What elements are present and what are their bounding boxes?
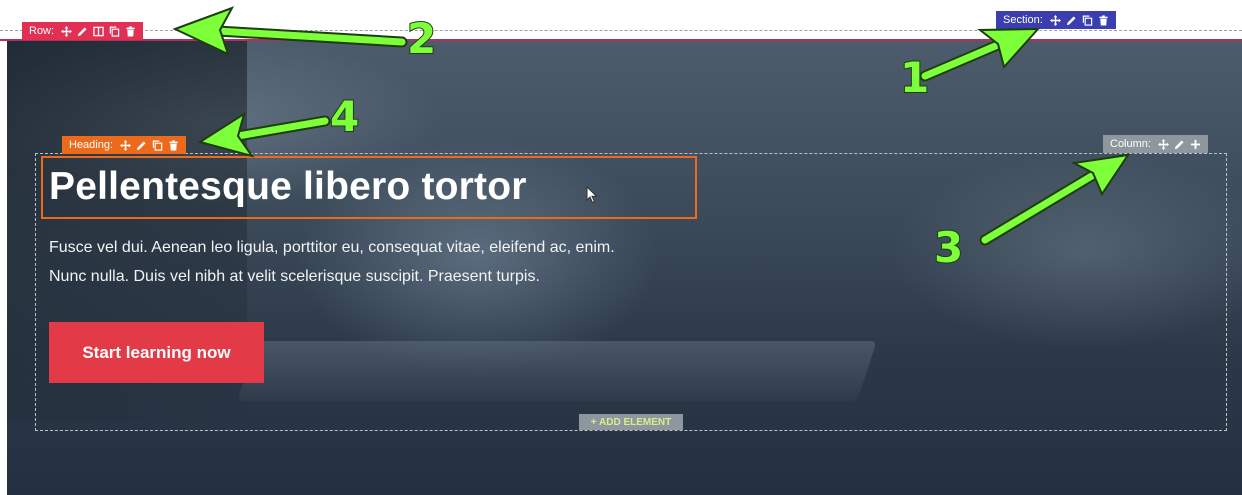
move-icon[interactable] — [120, 139, 132, 151]
column-toolbar-label: Column: — [1110, 138, 1151, 150]
trash-icon[interactable] — [168, 139, 179, 151]
column-toolbar: Column: — [1103, 135, 1208, 153]
move-icon[interactable] — [61, 25, 73, 37]
heading-toolbar-label: Heading: — [69, 139, 114, 151]
hero-paragraph-line[interactable]: Nunc nulla. Duis vel nibh at velit scele… — [49, 268, 540, 286]
row-toolbar-label: Row: — [29, 25, 55, 37]
start-learning-button[interactable]: Start learning now — [49, 322, 264, 383]
heading-toolbar: Heading: — [62, 136, 187, 154]
trash-icon[interactable] — [125, 25, 136, 37]
move-icon[interactable] — [1049, 14, 1061, 26]
duplicate-icon[interactable] — [109, 26, 120, 37]
pencil-icon[interactable] — [136, 140, 147, 151]
section-toolbar-label: Section: — [1003, 14, 1043, 26]
move-icon[interactable] — [1157, 138, 1169, 150]
mouse-pointer-icon — [586, 186, 598, 204]
trash-icon[interactable] — [1098, 14, 1109, 26]
columns-icon[interactable] — [93, 26, 104, 37]
duplicate-icon[interactable] — [1082, 15, 1093, 26]
row-boundary-line — [0, 30, 1242, 31]
section-toolbar: Section: — [996, 11, 1116, 29]
pencil-icon[interactable] — [1066, 15, 1077, 26]
row-toolbar: Row: — [22, 22, 144, 40]
hero-paragraph-line[interactable]: Fusce vel dui. Aenean leo ligula, portti… — [49, 239, 615, 257]
duplicate-icon[interactable] — [152, 140, 163, 151]
pencil-icon[interactable] — [77, 26, 88, 37]
plus-icon[interactable] — [1190, 139, 1201, 150]
pencil-icon[interactable] — [1174, 139, 1185, 150]
hero-heading[interactable]: Pellentesque libero tortor — [49, 165, 527, 209]
add-element-button[interactable]: + ADD ELEMENT — [579, 414, 683, 430]
